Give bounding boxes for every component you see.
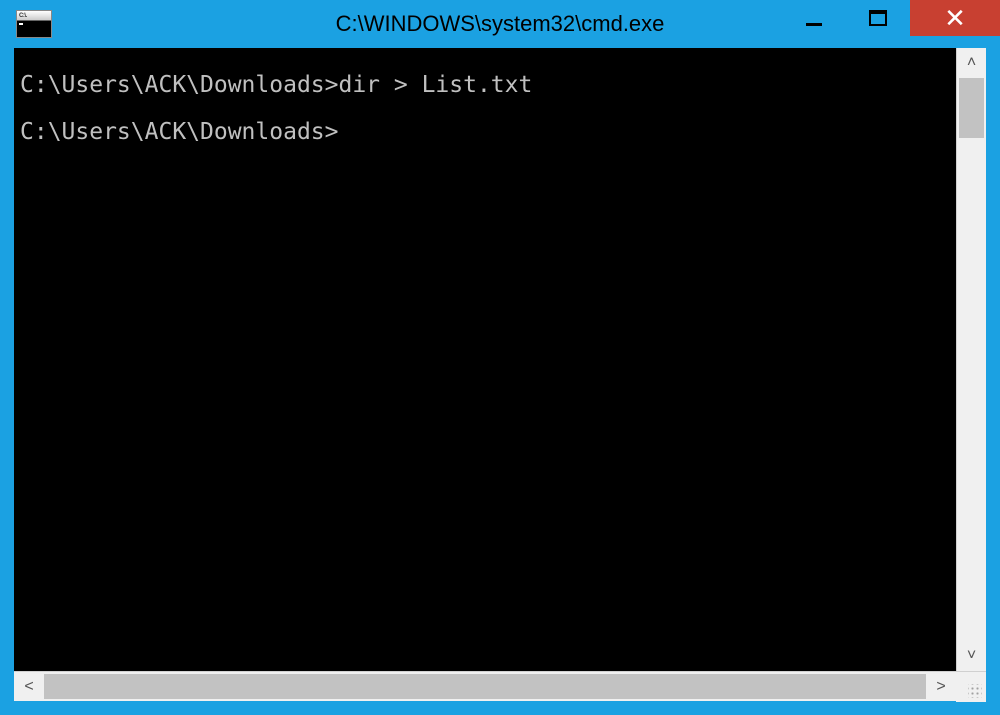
vertical-scrollbar[interactable]: ˄ ˅ — [956, 48, 986, 671]
resize-grip[interactable] — [956, 672, 986, 702]
app-icon-label: C:\. — [17, 11, 51, 21]
terminal-output[interactable]: C:\Users\ACK\Downloads>dir > List.txt C:\… — [14, 48, 956, 671]
horizontal-scroll-thumb[interactable] — [44, 674, 926, 699]
terminal-line: C:\Users\ACK\Downloads>dir > List.txt — [20, 68, 950, 103]
terminal-area: C:\Users\ACK\Downloads>dir > List.txt C:\… — [14, 48, 986, 671]
cmd-app-icon[interactable]: C:\. — [16, 10, 52, 38]
scroll-up-button[interactable]: ˄ — [957, 48, 986, 78]
vertical-scroll-track[interactable] — [957, 78, 986, 641]
titlebar[interactable]: C:\. C:\WINDOWS\system32\cmd.exe ✕ — [0, 0, 1000, 48]
maximize-button[interactable] — [846, 0, 910, 36]
scroll-left-button[interactable]: ˂ — [14, 672, 44, 701]
window-controls: ✕ — [782, 0, 1000, 48]
horizontal-scrollbar[interactable]: ˂ ˃ — [14, 671, 986, 701]
scroll-down-button[interactable]: ˅ — [957, 641, 986, 671]
cmd-window: C:\. C:\WINDOWS\system32\cmd.exe ✕ C:\Us… — [0, 0, 1000, 715]
vertical-scroll-thumb[interactable] — [959, 78, 984, 138]
scroll-right-button[interactable]: ˃ — [926, 672, 956, 701]
terminal-container: C:\Users\ACK\Downloads>dir > List.txt C:\… — [14, 48, 986, 701]
maximize-icon — [869, 10, 887, 26]
minimize-icon — [806, 23, 822, 26]
window-title: C:\WINDOWS\system32\cmd.exe — [336, 11, 665, 37]
close-icon: ✕ — [944, 3, 966, 34]
close-button[interactable]: ✕ — [910, 0, 1000, 36]
terminal-line: C:\Users\ACK\Downloads> — [20, 115, 950, 150]
minimize-button[interactable] — [782, 0, 846, 36]
horizontal-scroll-track[interactable] — [44, 672, 926, 701]
